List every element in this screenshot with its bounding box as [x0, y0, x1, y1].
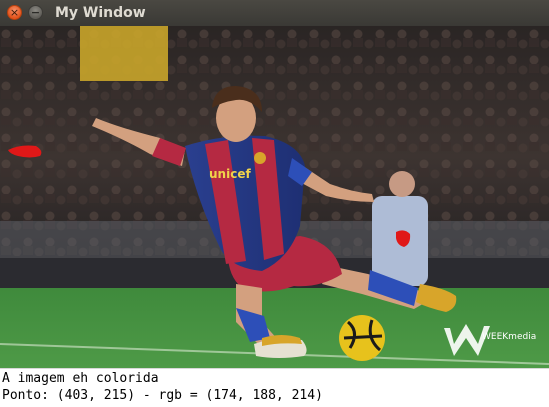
- crest-icon: [254, 152, 266, 164]
- jersey-sponsor: unicef: [209, 167, 251, 181]
- spectator-head: [389, 171, 415, 197]
- image-canvas[interactable]: unicef WEEKmedia: [0, 26, 549, 368]
- close-button[interactable]: ×: [7, 5, 22, 20]
- watermark-text: WEEKmedia: [482, 332, 536, 342]
- color-mode-label: A imagem eh colorida: [2, 371, 159, 386]
- yellow-banner: [80, 26, 168, 81]
- window-title: My Window: [55, 5, 146, 21]
- minimize-button[interactable]: −: [28, 5, 43, 20]
- close-icon: ×: [9, 6, 20, 19]
- minimize-icon: −: [30, 6, 41, 19]
- app-window: × − My Window unicef WEEKmedia A imagem …: [0, 0, 549, 407]
- pixel-readout: Ponto: (403, 215) - rgb = (174, 188, 214…: [2, 388, 323, 403]
- football: [339, 315, 385, 361]
- photo: unicef WEEKmedia: [0, 26, 549, 368]
- status-area: A imagem eh colorida Ponto: (403, 215) -…: [0, 368, 549, 407]
- title-bar[interactable]: × − My Window: [0, 0, 549, 26]
